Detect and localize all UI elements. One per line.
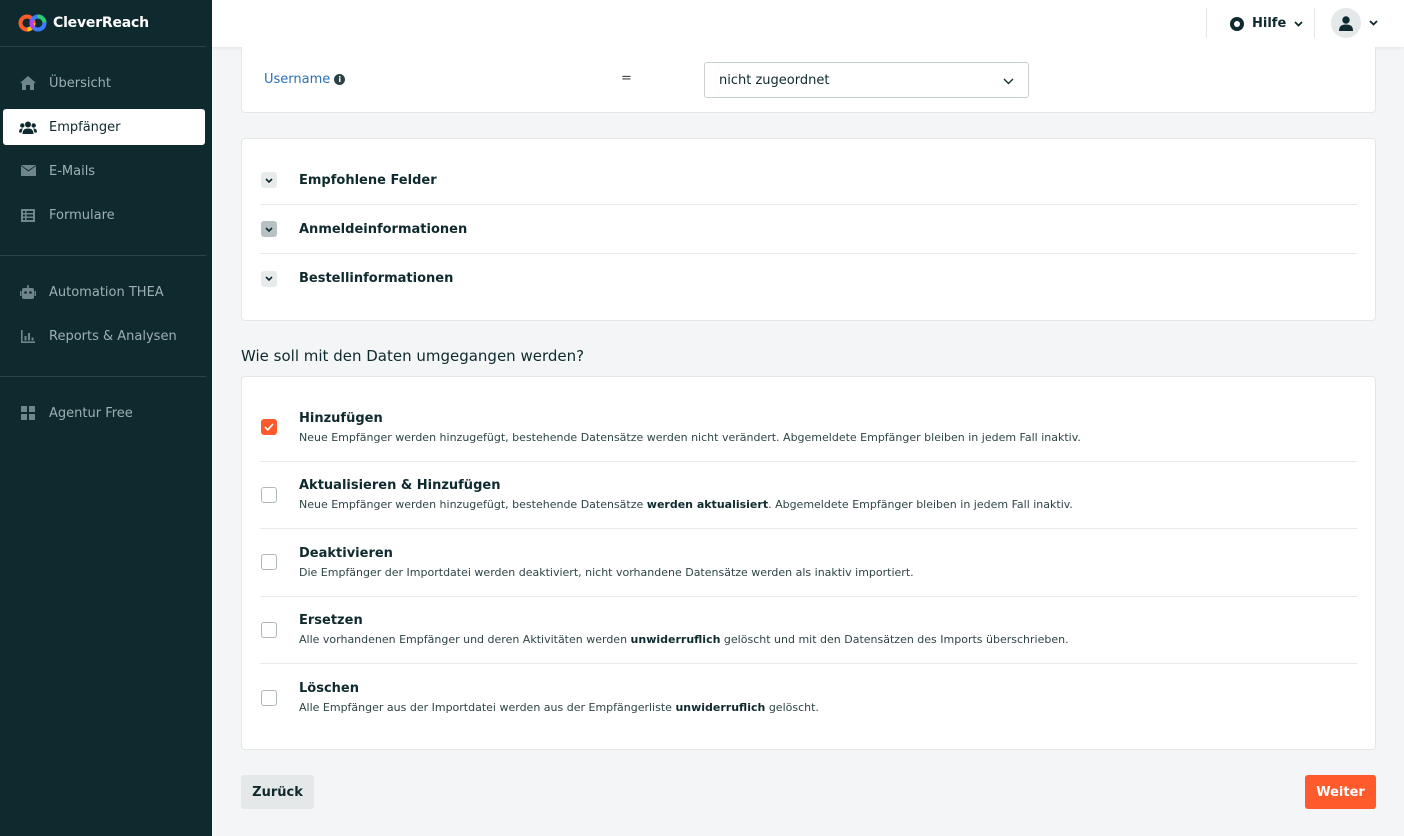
topbar-divider: [1314, 8, 1315, 38]
option-title: Ersetzen: [299, 613, 363, 629]
chevron-down-icon[interactable]: [261, 172, 277, 188]
app-name: CleverReach: [53, 15, 149, 31]
option-description: Neue Empfänger werden hinzugefügt, beste…: [299, 430, 1081, 444]
sidebar-item-label: E-Mails: [49, 163, 96, 179]
accordion-item-anmeldeinformationen[interactable]: Anmeldeinformationen: [260, 205, 1357, 254]
accordion-title: Empfohlene Felder: [299, 172, 437, 188]
option-checkbox[interactable]: [261, 419, 277, 436]
field-groups-accordion: Empfohlene Felder Anmeldeinformationen B…: [241, 138, 1376, 321]
sidebar-item-label: Agentur Free: [49, 405, 133, 421]
option-deaktivieren[interactable]: Deaktivieren Die Empfänger der Importdat…: [260, 529, 1357, 597]
chevron-down-icon[interactable]: [261, 270, 277, 287]
grid-icon: [19, 405, 37, 421]
sidebar-item-automation-thea[interactable]: Automation THEA: [3, 274, 205, 310]
user-menu-button[interactable]: [1331, 8, 1378, 38]
select-value: nicht zugeordnet: [719, 72, 830, 88]
home-icon: [19, 75, 37, 91]
chevron-down-icon: [1369, 20, 1378, 26]
option-title: Hinzufügen: [299, 410, 383, 426]
accordion-title: Anmeldeinformationen: [299, 221, 468, 237]
back-button[interactable]: Zurück: [241, 775, 314, 809]
envelope-icon: [19, 163, 37, 179]
accordion-item-empfohlene-felder[interactable]: Empfohlene Felder: [260, 156, 1357, 205]
sidebar-item-label: Empfänger: [49, 119, 121, 135]
option-description: Alle Empfänger aus der Importdatei werde…: [299, 701, 819, 715]
info-icon[interactable]: i: [334, 74, 346, 85]
mapping-field-label: Username i: [264, 72, 346, 87]
help-menu-button[interactable]: Hilfe: [1230, 0, 1303, 47]
topbar: Hilfe: [212, 0, 1404, 47]
sidebar-item-empfaenger[interactable]: Empfänger: [3, 109, 205, 145]
users-icon: [19, 119, 37, 135]
accordion-item-bestellinformationen[interactable]: Bestellinformationen: [260, 254, 1357, 303]
form-icon: [19, 207, 37, 223]
option-checkbox[interactable]: [261, 689, 277, 706]
topbar-divider: [1206, 8, 1207, 38]
sidebar-item-label: Automation THEA: [49, 284, 164, 300]
option-description: Die Empfänger der Importdatei werden dea…: [299, 565, 914, 579]
cleverreach-logo-icon: [18, 12, 48, 34]
sidebar-item-agentur-free[interactable]: Agentur Free: [3, 395, 205, 431]
sidebar-item-label: Übersicht: [49, 75, 111, 91]
app-logo[interactable]: CleverReach: [0, 0, 206, 47]
option-loeschen[interactable]: Löschen Alle Empfänger aus der Importdat…: [260, 664, 1357, 732]
sidebar-item-formulare[interactable]: Formulare: [3, 197, 205, 233]
option-description: Alle vorhandenen Empfänger und deren Akt…: [299, 633, 1069, 647]
nav-group-account: Agentur Free: [0, 377, 206, 453]
data-handling-options: Hinzufügen Neue Empfänger werden hinzuge…: [241, 376, 1376, 750]
option-checkbox[interactable]: [261, 554, 277, 571]
nav-group-tools: Automation THEA Reports & Analysen: [0, 256, 206, 377]
robot-icon: [19, 284, 37, 300]
option-description: Neue Empfänger werden hinzugefügt, beste…: [299, 498, 1073, 512]
option-checkbox[interactable]: [261, 486, 277, 503]
option-aktualisieren-hinzufuegen[interactable]: Aktualisieren & Hinzufügen Neue Empfänge…: [260, 462, 1357, 529]
help-label: Hilfe: [1252, 16, 1287, 31]
option-hinzufuegen[interactable]: Hinzufügen Neue Empfänger werden hinzuge…: [260, 394, 1357, 462]
sidebar-item-label: Reports & Analysen: [49, 328, 177, 344]
option-title: Aktualisieren & Hinzufügen: [299, 478, 501, 494]
sidebar-item-label: Formulare: [49, 207, 115, 223]
sidebar: CleverReach Übersicht Empfänger E-Mails …: [0, 0, 212, 836]
chevron-down-icon: [1003, 74, 1014, 89]
field-mapping-card: Username i = nicht zugeordnet: [241, 47, 1376, 113]
lifebuoy-icon: [1230, 16, 1244, 31]
accordion-title: Bestellinformationen: [299, 271, 454, 286]
data-handling-heading: Wie soll mit den Daten umgegangen werden…: [241, 347, 585, 365]
option-checkbox[interactable]: [261, 621, 277, 638]
mapping-target-select[interactable]: nicht zugeordnet: [704, 62, 1029, 98]
sidebar-item-uebersicht[interactable]: Übersicht: [3, 65, 205, 101]
option-title: Löschen: [299, 681, 359, 697]
nav-group-main: Übersicht Empfänger E-Mails Formulare: [0, 47, 206, 256]
sidebar-item-reports[interactable]: Reports & Analysen: [3, 318, 205, 354]
checkmark-icon: [264, 423, 274, 432]
mapping-operator: =: [621, 71, 632, 86]
avatar: [1331, 8, 1361, 38]
next-button[interactable]: Weiter: [1305, 775, 1376, 809]
chevron-down-icon[interactable]: [261, 221, 277, 237]
option-ersetzen[interactable]: Ersetzen Alle vorhandenen Empfänger und …: [260, 597, 1357, 664]
chevron-down-icon: [1294, 20, 1303, 27]
option-title: Deaktivieren: [299, 545, 393, 561]
chart-icon: [19, 328, 37, 344]
field-name: Username: [264, 72, 331, 87]
user-icon: [1339, 15, 1353, 31]
sidebar-item-emails[interactable]: E-Mails: [3, 153, 205, 189]
